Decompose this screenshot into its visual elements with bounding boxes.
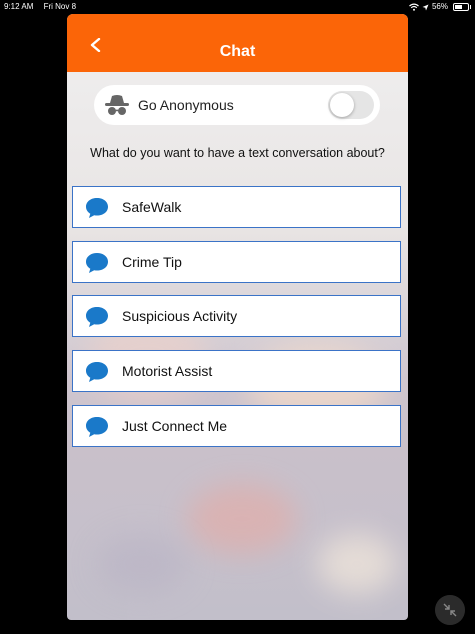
- status-date: Fri Nov 8: [43, 2, 77, 11]
- header-bar: Chat: [67, 14, 408, 72]
- chat-bubble-icon: [86, 198, 108, 218]
- chat-bubble-icon: [86, 362, 108, 382]
- go-anonymous-row: Go Anonymous: [94, 85, 380, 125]
- anonymous-toggle[interactable]: [328, 91, 374, 119]
- status-time: 9:12 AM: [4, 2, 34, 11]
- topic-option-label: Motorist Assist: [122, 363, 213, 379]
- topic-option-label: SafeWalk: [122, 199, 182, 215]
- topic-option[interactable]: SafeWalk: [72, 186, 401, 228]
- toggle-knob: [330, 93, 354, 117]
- status-bar: 9:12 AM Fri Nov 8 56%: [0, 0, 475, 14]
- incognito-icon: [105, 95, 129, 115]
- location-icon: [422, 4, 429, 10]
- topic-option-label: Suspicious Activity: [122, 308, 238, 324]
- chat-sheet: Chat Go Anonymous What do you want to ha…: [67, 14, 408, 620]
- page-title: Chat: [219, 43, 256, 60]
- wifi-icon: [409, 3, 419, 11]
- chat-bubble-icon: [86, 253, 108, 273]
- topic-option[interactable]: Suspicious Activity: [72, 295, 401, 337]
- battery-percent: 56%: [431, 2, 448, 11]
- topic-option-label: Just Connect Me: [122, 418, 228, 434]
- chevron-left-icon[interactable]: [89, 38, 103, 52]
- topic-option[interactable]: Just Connect Me: [72, 405, 401, 447]
- battery-icon: [453, 3, 471, 11]
- topic-option[interactable]: Motorist Assist: [72, 350, 401, 392]
- topic-option-label: Crime Tip: [122, 254, 182, 270]
- topic-option[interactable]: Crime Tip: [72, 241, 401, 283]
- collapse-arrows-icon[interactable]: [435, 595, 465, 625]
- chat-bubble-icon: [86, 417, 108, 437]
- conversation-prompt: What do you want to have a text conversa…: [90, 146, 385, 160]
- go-anonymous-label: Go Anonymous: [138, 97, 234, 113]
- chat-bubble-icon: [86, 307, 108, 327]
